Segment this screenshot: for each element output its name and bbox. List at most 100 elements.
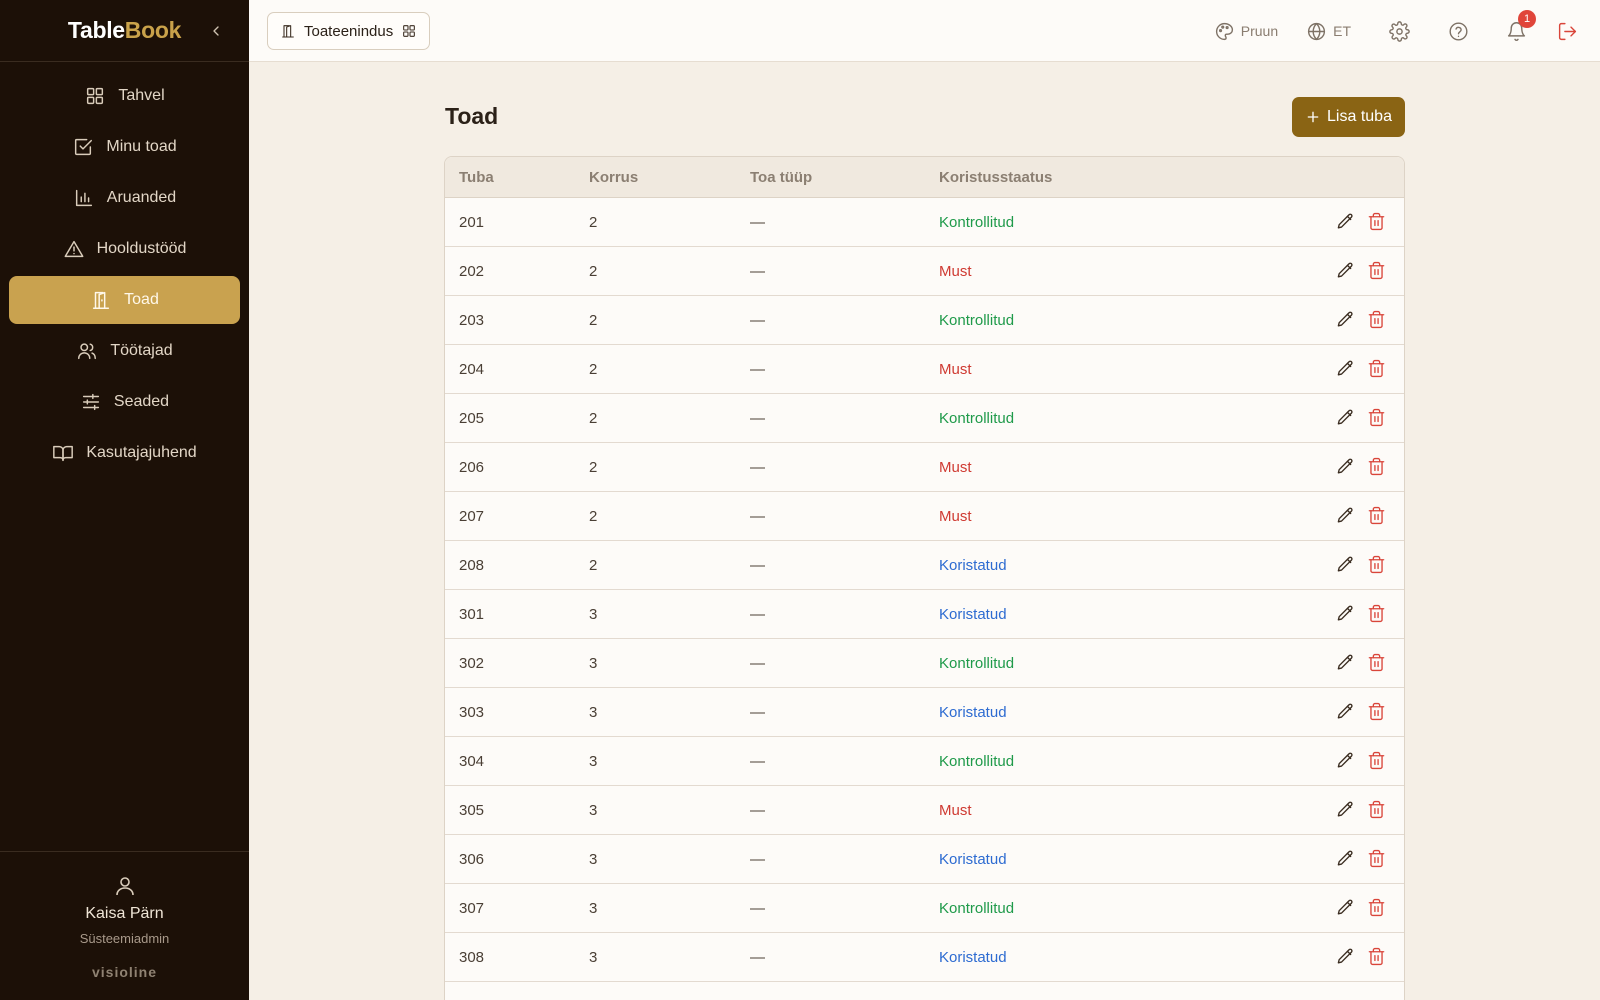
delete-button[interactable]: [1367, 555, 1386, 574]
room-number: 201: [459, 213, 485, 231]
trash-icon: [1368, 604, 1385, 623]
sidebar-item-seaded[interactable]: Seaded: [9, 378, 240, 426]
floor-number: 2: [589, 409, 598, 427]
table-row[interactable]: 302 3 — Kontrollitud: [445, 639, 1404, 688]
table-row[interactable]: 303 3 — Koristatud: [445, 688, 1404, 737]
sidebar-item-hooldustood[interactable]: Hooldustööd: [9, 225, 240, 273]
notification-badge: 1: [1518, 9, 1536, 28]
edit-button[interactable]: [1336, 702, 1355, 721]
add-room-button[interactable]: Lisa tuba: [1292, 97, 1405, 137]
pencil-icon: [1337, 752, 1353, 768]
trash-icon: [1368, 359, 1385, 378]
delete-button[interactable]: [1367, 212, 1386, 231]
edit-button[interactable]: [1336, 653, 1355, 672]
delete-button[interactable]: [1367, 261, 1386, 280]
help-button[interactable]: [1448, 21, 1469, 42]
column-header-floor[interactable]: Korrus: [589, 169, 638, 186]
delete-button[interactable]: [1367, 947, 1386, 966]
table-row[interactable]: 205 2 — Kontrollitud: [445, 394, 1404, 443]
trash-icon: [1368, 849, 1385, 868]
notifications-button[interactable]: 1: [1506, 9, 1536, 42]
delete-button[interactable]: [1367, 702, 1386, 721]
table-row[interactable]: 206 2 — Must: [445, 443, 1404, 492]
theme-button[interactable]: Pruun: [1214, 21, 1278, 42]
room-number: 307: [459, 899, 485, 917]
table-row[interactable]: 203 2 — Kontrollitud: [445, 296, 1404, 345]
room-type: —: [750, 654, 765, 672]
edit-button[interactable]: [1336, 947, 1355, 966]
sidebar-item-aruanded[interactable]: Aruanded: [9, 174, 240, 222]
pencil-icon: [1337, 654, 1353, 670]
bar-chart-icon: [75, 189, 92, 207]
sidebar-item-tootajad[interactable]: Töötajad: [9, 327, 240, 375]
table-row[interactable]: 306 3 — Koristatud: [445, 835, 1404, 884]
logo-text-book: Book: [124, 17, 182, 43]
edit-button[interactable]: [1336, 261, 1355, 280]
edit-button[interactable]: [1336, 604, 1355, 623]
pencil-icon: [1337, 213, 1353, 229]
delete-button[interactable]: [1367, 506, 1386, 525]
table-row[interactable]: 305 3 — Must: [445, 786, 1404, 835]
table-row[interactable]: 304 3 — Kontrollitud: [445, 737, 1404, 786]
status-badge: Kontrollitud: [939, 899, 1015, 917]
delete-button[interactable]: [1367, 898, 1386, 917]
settings-button[interactable]: [1389, 20, 1410, 42]
warning-triangle-icon: [64, 240, 84, 258]
row-actions: [1336, 653, 1386, 672]
floor-number: 3: [589, 801, 598, 819]
edit-button[interactable]: [1336, 457, 1355, 476]
collapse-sidebar-button[interactable]: [204, 19, 228, 43]
delete-button[interactable]: [1367, 359, 1386, 378]
trash-icon: [1368, 310, 1385, 329]
edit-button[interactable]: [1336, 800, 1355, 819]
edit-button[interactable]: [1336, 898, 1355, 917]
sidebar: TableBook Tahvel Minu toad Aruanded Hool…: [0, 0, 249, 1000]
table-header: Tuba Korrus Toa tüüp Koristusstaatus: [445, 157, 1404, 198]
delete-button[interactable]: [1367, 310, 1386, 329]
room-type: —: [750, 311, 765, 329]
sidebar-item-toad[interactable]: Toad: [9, 276, 240, 324]
column-header-room-type[interactable]: Toa tüüp: [750, 169, 812, 186]
delete-button[interactable]: [1367, 457, 1386, 476]
delete-button[interactable]: [1367, 800, 1386, 819]
room-type: —: [750, 899, 765, 917]
column-header-cleaning-status[interactable]: Koristusstaatus: [939, 169, 1052, 186]
delete-button[interactable]: [1367, 604, 1386, 623]
sidebar-item-tahvel[interactable]: Tahvel: [9, 72, 240, 120]
edit-button[interactable]: [1336, 506, 1355, 525]
column-header-room[interactable]: Tuba: [459, 169, 494, 186]
chevron-left-icon: [213, 26, 219, 36]
gear-icon: [1389, 20, 1410, 42]
sidebar-item-minu-toad[interactable]: Minu toad: [9, 123, 240, 171]
edit-button[interactable]: [1336, 555, 1355, 574]
room-number: 305: [459, 801, 485, 819]
table-row[interactable]: 208 2 — Koristatud: [445, 541, 1404, 590]
delete-button[interactable]: [1367, 408, 1386, 427]
floor-number: 2: [589, 262, 598, 280]
edit-button[interactable]: [1336, 751, 1355, 770]
table-row[interactable]: 301 3 — Koristatud: [445, 590, 1404, 639]
pencil-icon: [1337, 311, 1353, 327]
language-button[interactable]: ET: [1306, 21, 1351, 42]
table-row[interactable]: 202 2 — Must: [445, 247, 1404, 296]
edit-button[interactable]: [1336, 359, 1355, 378]
edit-button[interactable]: [1336, 212, 1355, 231]
edit-button[interactable]: [1336, 310, 1355, 329]
sidebar-item-label: Minu toad: [106, 138, 177, 155]
plus-icon: [1307, 111, 1319, 123]
theme-label: Pruun: [1240, 23, 1279, 39]
edit-button[interactable]: [1336, 408, 1355, 427]
edit-button[interactable]: [1336, 849, 1355, 868]
table-row[interactable]: 201 2 — Kontrollitud: [445, 198, 1404, 247]
table-row[interactable]: 308 3 — Koristatud: [445, 933, 1404, 982]
table-row[interactable]: 207 2 — Must: [445, 492, 1404, 541]
module-switcher[interactable]: Toateenindus: [267, 12, 431, 50]
table-row[interactable]: 307 3 — Kontrollitud: [445, 884, 1404, 933]
table-row[interactable]: 204 2 — Must: [445, 345, 1404, 394]
trash-icon: [1368, 898, 1385, 917]
delete-button[interactable]: [1367, 751, 1386, 770]
logout-button[interactable]: [1557, 21, 1578, 42]
delete-button[interactable]: [1367, 653, 1386, 672]
sidebar-item-kasutajajuhend[interactable]: Kasutajajuhend: [9, 429, 240, 477]
delete-button[interactable]: [1367, 849, 1386, 868]
